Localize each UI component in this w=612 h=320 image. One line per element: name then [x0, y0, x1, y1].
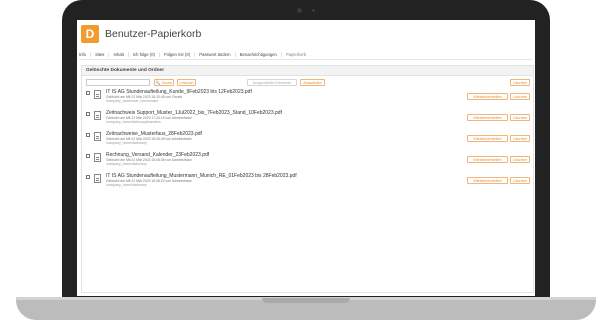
nav-item-info[interactable]: Info	[79, 52, 86, 57]
restore-button[interactable]: Wiederherstellen	[467, 177, 508, 184]
nav-item-followers[interactable]: Folgen mir (0)	[164, 52, 190, 57]
nav-item-change-password[interactable]: Passwort ändern	[199, 52, 230, 57]
row-checkbox[interactable]	[86, 91, 90, 95]
search-button[interactable]: 🔍 Suche	[154, 79, 174, 86]
delete-button[interactable]: Löschen	[510, 93, 530, 100]
trashcan-panel: Gelöschte Dokumente und Ordner 🔍 Suche L…	[81, 65, 534, 293]
trashcan-toolbar: 🔍 Suche Löschen Ausgewählte Elemente Aus…	[82, 76, 533, 89]
item-path: /company_home/dictionary/transfers	[106, 120, 161, 124]
app-header: D Benutzer-Papierkorb	[81, 24, 201, 44]
nav-item-sites[interactable]: Sites	[95, 52, 104, 57]
list-item: Rechnung_Versand_Kalender_23Feb2023.pdf G…	[82, 152, 533, 173]
search-icon: 🔍	[155, 81, 161, 85]
screen: D Benutzer-Papierkorb Info | Sites | Inhal…	[77, 20, 535, 296]
restore-button[interactable]: Wiederherstellen	[467, 135, 508, 142]
trash-list: IT IS AG Stundenaufteilung_Kunde_9Feb202…	[82, 89, 533, 194]
clear-search-button[interactable]: Löschen	[177, 79, 196, 86]
item-path: /company_home/dictionary	[106, 141, 147, 145]
pdf-document-icon	[94, 153, 101, 162]
restore-button[interactable]: Wiederherstellen	[467, 156, 508, 163]
app-logo: D	[81, 25, 99, 43]
row-checkbox[interactable]	[86, 175, 90, 179]
restore-button[interactable]: Wiederherstellen	[467, 114, 508, 121]
nav-item-trashcan: Papierkorb	[285, 51, 307, 57]
page-title: Benutzer-Papierkorb	[105, 28, 202, 40]
item-path: /company_home/dictionary	[106, 162, 147, 166]
list-item: IT IS AG Stundenaufteilung_Kunde_9Feb202…	[82, 89, 533, 110]
nav-item-content[interactable]: Inhalt	[114, 52, 124, 57]
row-checkbox[interactable]	[86, 133, 90, 137]
pdf-document-icon	[94, 90, 101, 99]
item-path: /company_home/user_homes/user	[106, 99, 159, 103]
delete-button[interactable]: Löschen	[510, 156, 530, 163]
pdf-document-icon	[94, 174, 101, 183]
list-item: Zeitnachweis Support_Muster_1Jul2022_bis…	[82, 110, 533, 131]
row-checkbox[interactable]	[86, 154, 90, 158]
pdf-document-icon	[94, 132, 101, 141]
list-item: IT IS AG Stundenaufteilung_Mustermann_Mu…	[82, 173, 533, 194]
list-item: Zeitnachweise_Musterfaus_28Feb2023.pdf Ge…	[82, 131, 533, 152]
delete-button[interactable]: Löschen	[510, 135, 530, 142]
restore-button[interactable]: Wiederherstellen	[467, 93, 508, 100]
camera-sensor	[312, 9, 315, 12]
nav-item-following[interactable]: Ich folge (0)	[133, 52, 155, 57]
panel-title: Gelöschte Dokumente und Ordner	[82, 66, 533, 76]
search-input[interactable]	[86, 79, 150, 86]
camera-icon	[297, 8, 302, 13]
profile-nav: Info | Sites | Inhalt | Ich folge (0) | Folg…	[79, 49, 533, 60]
nav-item-notifications[interactable]: Benachrichtigungen	[240, 52, 277, 57]
search-button-label: Suche	[161, 81, 173, 85]
item-path: /company_home/dictionary	[106, 183, 147, 187]
delete-button[interactable]: Löschen	[510, 177, 530, 184]
selected-items-button[interactable]: Ausgewählte Elemente	[247, 79, 297, 86]
laptop-base	[16, 300, 596, 320]
delete-button[interactable]: Löschen	[510, 114, 530, 121]
select-button[interactable]: Auswählen	[300, 79, 325, 86]
row-checkbox[interactable]	[86, 112, 90, 116]
pdf-document-icon	[94, 111, 101, 120]
laptop-notch	[262, 298, 350, 303]
empty-trash-button[interactable]: Löschen	[510, 79, 530, 86]
